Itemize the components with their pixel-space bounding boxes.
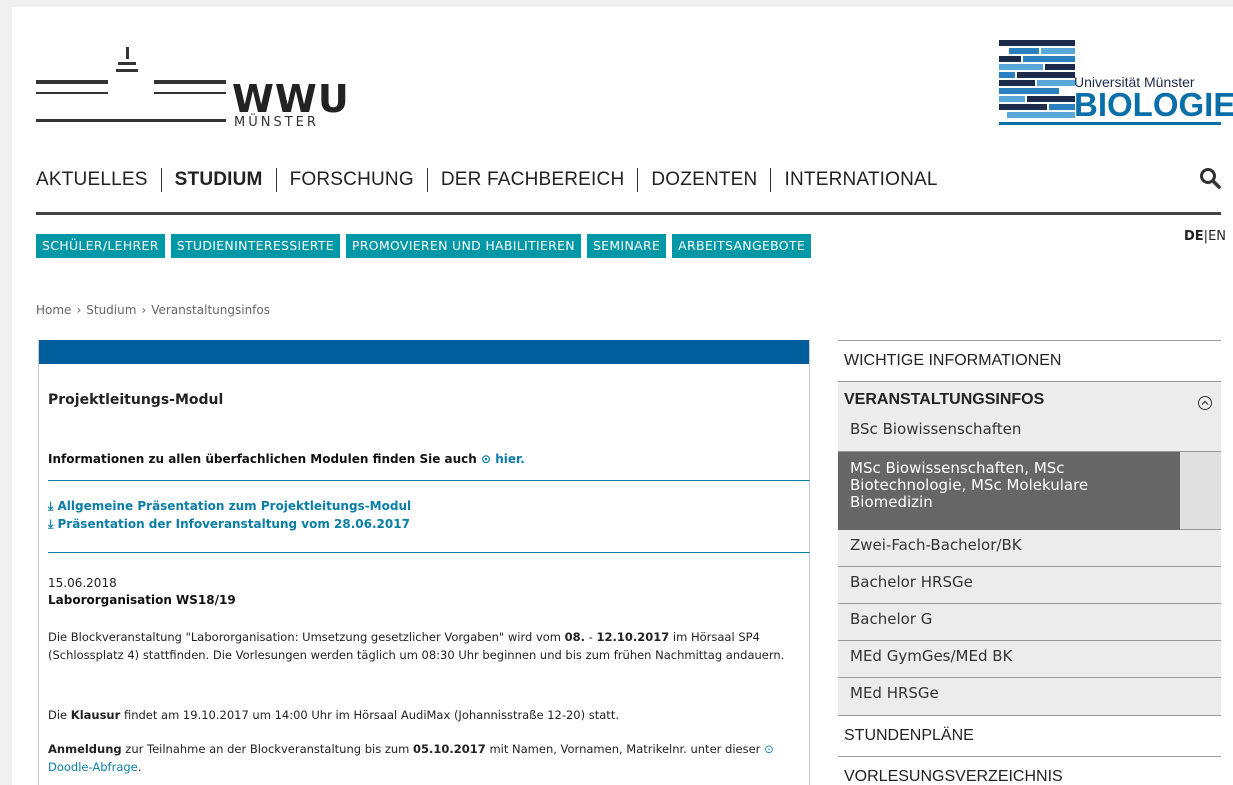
- text: Die Blockveranstaltung "Labororganisatio…: [48, 630, 565, 644]
- subnav-arbeitsangebote[interactable]: ARBEITSANGEBOTE: [672, 234, 812, 258]
- text-bold: 05.10.2017: [413, 742, 486, 756]
- breadcrumb-current: Veranstaltungsinfos: [151, 303, 270, 317]
- sidebar-group-label: VERANSTALTUNGSINFOS: [844, 391, 1045, 408]
- wwu-subtitle: MÜNSTER: [234, 115, 319, 130]
- text: mit Namen, Vornamen, Matrikelnr. unter d…: [485, 742, 765, 756]
- breadcrumb: Home › Studium › Veranstaltungsinfos: [36, 303, 270, 317]
- sidebar-item-vorlesungsverzeichnis[interactable]: VORLESUNGSVERZEICHNIS: [838, 756, 1221, 785]
- info-link[interactable]: ⊙ hier.: [481, 452, 525, 466]
- content-header-bar: [39, 340, 809, 364]
- news-date: 15.06.2018: [48, 576, 117, 590]
- sidebar-item-med-hrsge[interactable]: MEd HRSGe: [838, 678, 1221, 715]
- download-link-label: Präsentation der Infoveranstaltung vom 2…: [57, 517, 410, 531]
- biologie-title: BIOLOGIE: [1074, 86, 1233, 123]
- download-link-infoveranstaltung[interactable]: ⤓ Präsentation der Infoveranstaltung vom…: [48, 517, 410, 532]
- biologie-logo-grid-icon: [999, 40, 1075, 118]
- wwu-logo-bars-icon: [36, 47, 226, 122]
- sidebar-item-bsc-biowissenschaften[interactable]: BSc Biowissenschaften: [838, 418, 1221, 452]
- nav-item-forschung[interactable]: FORSCHUNG: [277, 169, 427, 191]
- sidebar-item-bachelor-g[interactable]: Bachelor G: [838, 604, 1221, 641]
- nav-item-studium[interactable]: STUDIUM: [162, 169, 276, 191]
- subnav-studieninteressierte[interactable]: STUDIENINTERESSIERTE: [170, 234, 340, 258]
- info-link-label: hier.: [495, 452, 525, 466]
- external-link-icon: ⊙: [481, 452, 492, 466]
- sidebar-navigation: WICHTIGE INFORMATIONEN VERANSTALTUNGSINF…: [838, 340, 1221, 785]
- collapse-icon[interactable]: [1197, 395, 1213, 411]
- text: .: [137, 760, 142, 774]
- breadcrumb-separator: ›: [141, 303, 147, 317]
- language-de[interactable]: DE: [1184, 229, 1204, 244]
- subnav-schueler-lehrer[interactable]: SCHÜLER/LEHRER: [36, 234, 165, 258]
- wwu-logo[interactable]: WWU MÜNSTER: [36, 37, 349, 137]
- language-switch: DE|EN: [1184, 229, 1226, 244]
- nav-item-international[interactable]: INTERNATIONAL: [771, 169, 950, 191]
- sidebar-item-msc-biowissenschaften[interactable]: MSc Biowissenschaften, MSc Biotechnologi…: [838, 452, 1221, 530]
- download-link-label: Allgemeine Präsentation zum Projektleitu…: [57, 499, 412, 513]
- nav-item-aktuelles[interactable]: AKTUELLES: [36, 169, 161, 191]
- sidebar-item-bachelor-hrsge[interactable]: Bachelor HRSGe: [838, 567, 1221, 604]
- sidebar-item-med-gymges[interactable]: MEd GymGes/MEd BK: [838, 641, 1221, 678]
- content-divider: [48, 480, 810, 481]
- content-panel: Projektleitungs-Modul Informationen zu a…: [38, 340, 810, 785]
- text-bold: 12.10.2017: [596, 630, 670, 644]
- news-paragraph-2: Die Klausur findet am 19.10.2017 um 14:0…: [48, 706, 808, 724]
- text: findet am 19.10.2017 um 14:00 Uhr im Hör…: [120, 708, 619, 722]
- nav-item-dozenten[interactable]: DOZENTEN: [638, 169, 770, 191]
- biologie-logo[interactable]: Universität Münster BIOLOGIE: [999, 40, 1233, 125]
- sidebar-item-stundenplaene[interactable]: STUNDENPLÄNE: [838, 715, 1221, 756]
- doodle-link-label: Doodle-Abfrage: [48, 760, 138, 774]
- main-navigation: AKTUELLES STUDIUM FORSCHUNG DER FACHBERE…: [36, 165, 951, 195]
- text: -: [585, 630, 597, 644]
- content-divider: [48, 552, 810, 553]
- language-en[interactable]: EN: [1208, 229, 1226, 244]
- info-line: Informationen zu allen überfachlichen Mo…: [48, 452, 525, 466]
- text-bold: 08.: [564, 630, 586, 644]
- sidebar-item-label: MSc Biowissenschaften, MSc Biotechnologi…: [838, 452, 1180, 530]
- sidebar-item-wichtige-informationen[interactable]: WICHTIGE INFORMATIONEN: [838, 340, 1221, 381]
- wwu-title: WWU: [232, 77, 350, 121]
- sidebar-group-veranstaltungsinfos: VERANSTALTUNGSINFOS BSc Biowissenschafte…: [838, 381, 1221, 715]
- text: zur Teilnahme an der Blockveranstaltung …: [121, 742, 414, 756]
- content-title: Projektleitungs-Modul: [48, 392, 224, 408]
- news-title: Labororganisation WS18/19: [48, 593, 236, 607]
- news-paragraph-3: Anmeldung zur Teilnahme an der Blockvera…: [48, 740, 808, 776]
- download-icon: ⤓: [48, 517, 54, 531]
- nav-divider: [36, 212, 1221, 215]
- nav-item-der-fachbereich[interactable]: DER FACHBEREICH: [428, 169, 638, 191]
- biologie-underline: [999, 122, 1221, 125]
- breadcrumb-studium[interactable]: Studium: [86, 303, 136, 317]
- news-paragraph-1: Die Blockveranstaltung "Labororganisatio…: [48, 628, 808, 664]
- subnav-seminare[interactable]: SEMINARE: [586, 234, 667, 258]
- search-icon[interactable]: [1199, 167, 1221, 189]
- breadcrumb-separator: ›: [76, 303, 82, 317]
- sidebar-group-title[interactable]: VERANSTALTUNGSINFOS: [838, 382, 1221, 418]
- sub-navigation: SCHÜLER/LEHRER STUDIENINTERESSIERTE PROM…: [36, 234, 812, 258]
- text-bold: Klausur: [70, 708, 121, 722]
- text: Die: [48, 708, 71, 722]
- text-bold: Anmeldung: [48, 742, 122, 756]
- download-link-presentation[interactable]: ⤓ Allgemeine Präsentation zum Projektlei…: [48, 499, 411, 514]
- info-text: Informationen zu allen überfachlichen Mo…: [48, 452, 482, 466]
- page: WWU MÜNSTER Universität Münster BIOLOGIE: [12, 7, 1233, 785]
- external-link-icon: ⊙: [764, 742, 774, 756]
- breadcrumb-home[interactable]: Home: [36, 303, 71, 317]
- subnav-promovieren-habilitieren[interactable]: PROMOVIEREN UND HABILITIEREN: [345, 234, 581, 258]
- download-icon: ⤓: [48, 499, 54, 513]
- sidebar-item-zwei-fach-bachelor[interactable]: Zwei-Fach-Bachelor/BK: [838, 530, 1221, 567]
